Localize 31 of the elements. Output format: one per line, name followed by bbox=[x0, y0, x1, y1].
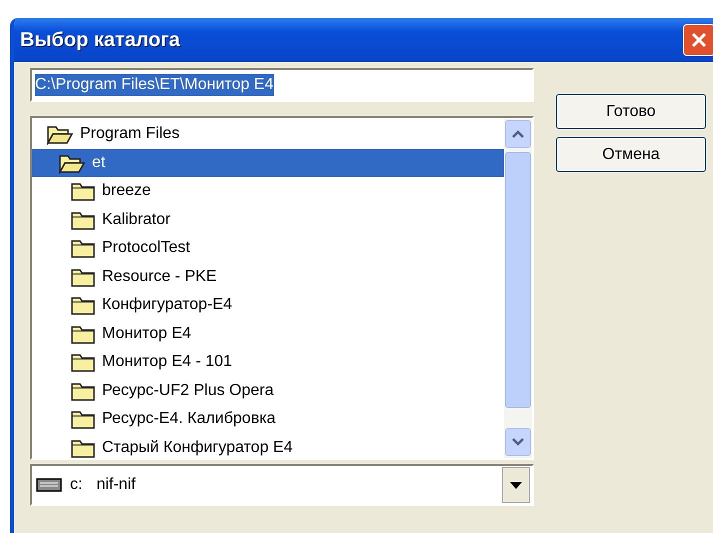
dialog-button[interactable]: Отмена bbox=[556, 137, 706, 172]
folder-item[interactable]: Монитор E4 bbox=[32, 320, 504, 348]
folder-item[interactable]: Resource - PKE bbox=[32, 262, 504, 291]
window-title: Выбор каталога bbox=[20, 28, 180, 52]
chevron-up-icon bbox=[511, 129, 525, 139]
scroll-up-button[interactable] bbox=[505, 120, 531, 148]
drive-icon bbox=[36, 478, 62, 492]
path-value: C:\Program Files\ET\Монитор E4 bbox=[35, 74, 274, 96]
drive-name: nif-nif bbox=[96, 476, 137, 494]
dropdown-arrow-button[interactable] bbox=[502, 467, 530, 503]
close-icon bbox=[690, 31, 708, 49]
chevron-down-icon bbox=[511, 437, 525, 447]
folder-item[interactable]: ProtocolTest bbox=[32, 234, 504, 262]
close-button[interactable] bbox=[683, 24, 713, 56]
folder-item[interactable]: Ресурс-E4. Калибровка bbox=[32, 405, 504, 434]
scrollbar[interactable] bbox=[504, 118, 532, 458]
folder-item[interactable]: Монитор E4 - 101 bbox=[32, 348, 504, 376]
folder-item[interactable]: Program Files bbox=[32, 120, 504, 148]
folder-item[interactable]: et bbox=[32, 148, 504, 177]
folder-item[interactable]: breeze bbox=[32, 177, 504, 206]
scroll-down-button[interactable] bbox=[505, 428, 531, 456]
path-field[interactable]: C:\Program Files\ET\Монитор E4 bbox=[30, 68, 534, 102]
folder-item[interactable]: Старый Конфигуратор E4 bbox=[32, 434, 504, 458]
drive-letter: c: bbox=[70, 476, 82, 494]
scroll-thumb[interactable] bbox=[505, 152, 531, 408]
dialog-button[interactable]: Готово bbox=[556, 94, 706, 129]
folder-item[interactable]: Конфигуратор-E4 bbox=[32, 291, 504, 320]
caret-icon bbox=[510, 482, 522, 488]
drive-dropdown[interactable]: c: nif-nif bbox=[30, 464, 534, 506]
folder-item[interactable]: Kalibrator bbox=[32, 206, 504, 234]
folder-item[interactable]: Ресурс-UF2 Plus Opera bbox=[32, 376, 504, 405]
